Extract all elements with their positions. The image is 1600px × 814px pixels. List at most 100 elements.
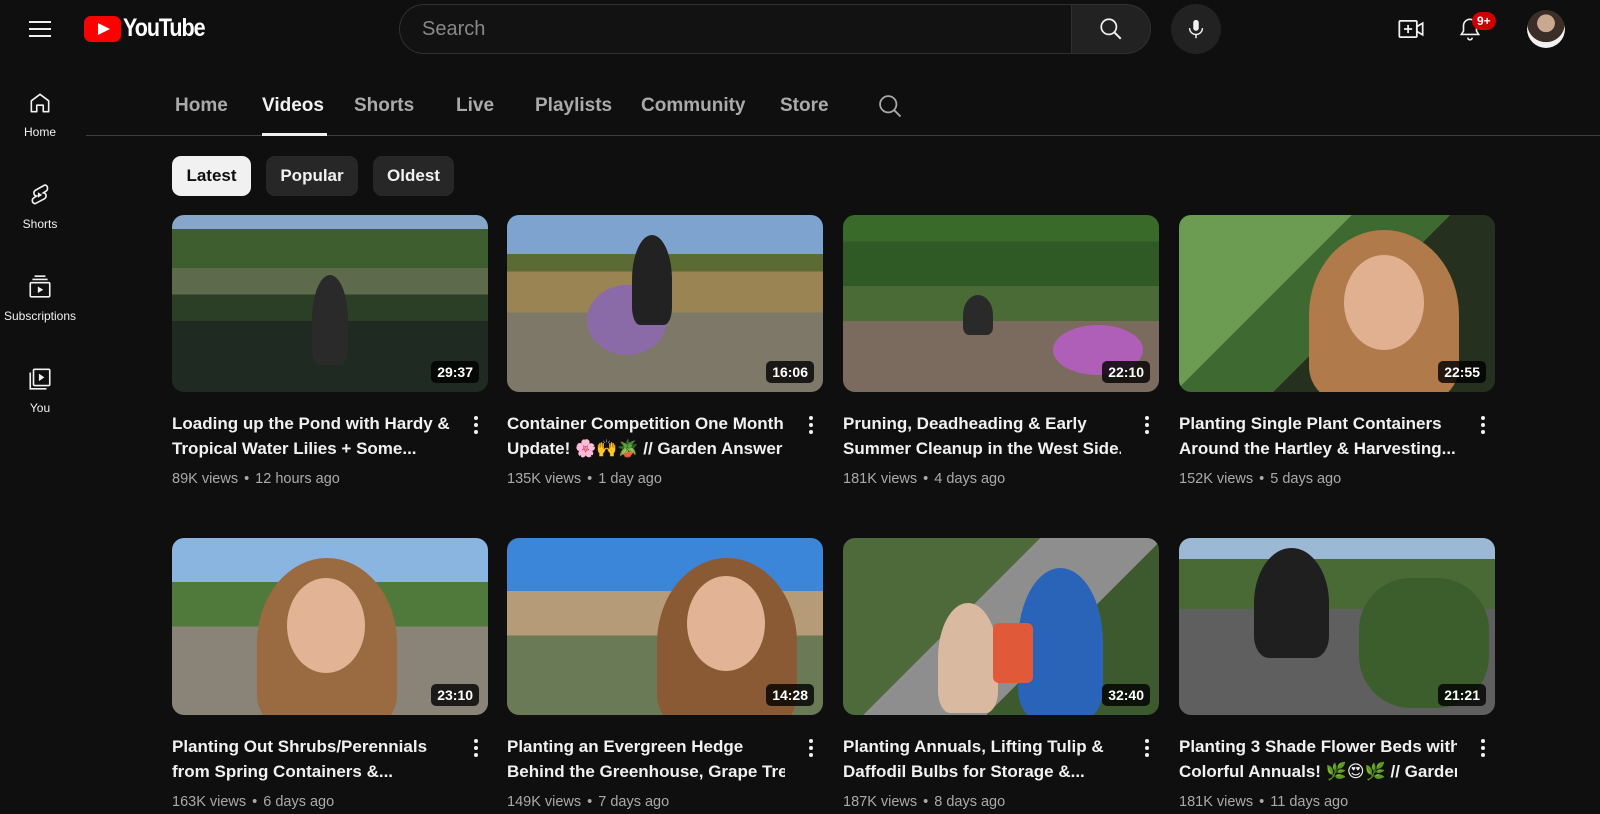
more-vert-icon bbox=[1481, 739, 1485, 757]
video-menu-button[interactable] bbox=[464, 736, 488, 760]
guide-label: Shorts bbox=[22, 217, 58, 231]
video-menu-button[interactable] bbox=[799, 413, 823, 437]
chip-latest[interactable]: Latest bbox=[172, 156, 251, 196]
publish-age: 11 days ago bbox=[1270, 794, 1349, 810]
video-thumbnail[interactable]: 23:10 bbox=[172, 538, 488, 715]
tab-shorts[interactable]: Shorts bbox=[354, 95, 414, 117]
search-icon bbox=[1100, 18, 1122, 40]
video-metadata: 181K views • 11 days ago bbox=[1179, 794, 1348, 810]
create-button[interactable] bbox=[1391, 9, 1431, 49]
more-vert-icon bbox=[809, 416, 813, 434]
video-duration: 14:28 bbox=[766, 684, 814, 706]
video-title[interactable]: Planting Annuals, Lifting Tulip & Daffod… bbox=[843, 734, 1121, 784]
hamburger-icon bbox=[29, 21, 51, 37]
tab-live[interactable]: Live bbox=[456, 95, 494, 117]
tab-home[interactable]: Home bbox=[175, 95, 228, 117]
video-thumbnail[interactable]: 32:40 bbox=[843, 538, 1159, 715]
video-title-line: Update! 🌸🙌🪴 // Garden Answer bbox=[507, 439, 783, 458]
video-card: 16:06 Container Competition One Month Up… bbox=[507, 215, 823, 487]
video-metadata: 135K views • 1 day ago bbox=[507, 471, 662, 487]
video-title-line: Colorful Annuals! 🌿😍🌿 // Garden... bbox=[1179, 762, 1457, 781]
guide-item-subscriptions[interactable]: Subscriptions bbox=[0, 262, 80, 354]
video-card: 14:28 Planting an Evergreen Hedge Behind… bbox=[507, 538, 823, 810]
video-metadata: 152K views • 5 days ago bbox=[1179, 471, 1341, 487]
search-button[interactable] bbox=[1071, 4, 1151, 54]
tab-playlists[interactable]: Playlists bbox=[535, 95, 612, 117]
you-icon bbox=[29, 368, 51, 390]
tab-community[interactable]: Community bbox=[641, 95, 746, 117]
video-card: 29:37 Loading up the Pond with Hardy & T… bbox=[172, 215, 488, 487]
youtube-play-icon bbox=[84, 15, 121, 42]
video-metadata: 163K views • 6 days ago bbox=[172, 794, 334, 810]
mini-guide: Home Shorts Subscriptions You bbox=[0, 78, 80, 446]
video-metadata: 89K views • 12 hours ago bbox=[172, 471, 340, 487]
video-menu-button[interactable] bbox=[1135, 413, 1159, 437]
channel-search-button[interactable] bbox=[876, 92, 906, 122]
active-tab-indicator bbox=[262, 133, 327, 136]
microphone-icon bbox=[1188, 19, 1204, 39]
notifications-button[interactable]: 9+ bbox=[1450, 9, 1496, 49]
video-title[interactable]: Planting Single Plant Containers Around … bbox=[1179, 411, 1457, 461]
video-thumbnail[interactable]: 22:55 bbox=[1179, 215, 1495, 392]
video-title-line: Behind the Greenhouse, Grape Tre... bbox=[507, 762, 785, 781]
guide-item-shorts[interactable]: Shorts bbox=[0, 170, 80, 262]
video-thumbnail[interactable]: 29:37 bbox=[172, 215, 488, 392]
video-card: 23:10 Planting Out Shrubs/Perennials fro… bbox=[172, 538, 488, 810]
more-vert-icon bbox=[809, 739, 813, 757]
guide-item-home[interactable]: Home bbox=[0, 78, 80, 170]
tab-store[interactable]: Store bbox=[780, 95, 829, 117]
youtube-logo[interactable]: YouTube bbox=[84, 14, 218, 43]
view-count: 181K views bbox=[1179, 794, 1254, 810]
meta-separator: • bbox=[587, 794, 593, 810]
guide-label: Subscriptions bbox=[3, 309, 77, 323]
meta-separator: • bbox=[923, 794, 929, 810]
more-vert-icon bbox=[474, 739, 478, 757]
video-duration: 29:37 bbox=[431, 361, 479, 383]
video-duration: 21:21 bbox=[1438, 684, 1486, 706]
publish-age: 12 hours ago bbox=[255, 471, 340, 487]
video-duration: 22:10 bbox=[1102, 361, 1150, 383]
view-count: 152K views bbox=[1179, 471, 1254, 487]
video-metadata: 149K views • 7 days ago bbox=[507, 794, 669, 810]
chip-oldest[interactable]: Oldest bbox=[373, 156, 454, 196]
publish-age: 8 days ago bbox=[934, 794, 1006, 810]
guide-item-you[interactable]: You bbox=[0, 354, 80, 446]
search-input[interactable] bbox=[400, 5, 1072, 53]
video-title[interactable]: Planting an Evergreen Hedge Behind the G… bbox=[507, 734, 785, 784]
video-menu-button[interactable] bbox=[799, 736, 823, 760]
video-title[interactable]: Planting Out Shrubs/Perennials from Spri… bbox=[172, 734, 450, 784]
view-count: 163K views bbox=[172, 794, 247, 810]
video-card: 22:10 Pruning, Deadheading & Early Summe… bbox=[843, 215, 1159, 487]
video-thumbnail[interactable]: 22:10 bbox=[843, 215, 1159, 392]
publish-age: 7 days ago bbox=[598, 794, 670, 810]
video-title-line: Daffodil Bulbs for Storage &... bbox=[843, 762, 1085, 781]
video-title[interactable]: Planting 3 Shade Flower Beds with Colorf… bbox=[1179, 734, 1457, 784]
video-menu-button[interactable] bbox=[1135, 736, 1159, 760]
guide-label: You bbox=[29, 401, 51, 415]
video-thumbnail[interactable]: 21:21 bbox=[1179, 538, 1495, 715]
shorts-icon bbox=[31, 184, 49, 205]
tab-videos[interactable]: Videos bbox=[262, 95, 324, 117]
video-menu-button[interactable] bbox=[1471, 413, 1495, 437]
account-avatar[interactable] bbox=[1527, 10, 1565, 48]
video-duration: 23:10 bbox=[431, 684, 479, 706]
subscriptions-icon bbox=[29, 275, 51, 298]
video-title[interactable]: Pruning, Deadheading & Early Summer Clea… bbox=[843, 411, 1121, 461]
video-title-line: Planting Out Shrubs/Perennials bbox=[172, 737, 428, 756]
video-thumbnail[interactable]: 14:28 bbox=[507, 538, 823, 715]
voice-search-button[interactable] bbox=[1171, 4, 1221, 54]
more-vert-icon bbox=[474, 416, 478, 434]
video-thumbnail[interactable]: 16:06 bbox=[507, 215, 823, 392]
publish-age: 5 days ago bbox=[1270, 471, 1342, 487]
video-menu-button[interactable] bbox=[464, 413, 488, 437]
guide-menu-button[interactable] bbox=[20, 9, 60, 49]
search-icon bbox=[879, 95, 902, 118]
video-card: 22:55 Planting Single Plant Containers A… bbox=[1179, 215, 1495, 487]
more-vert-icon bbox=[1145, 416, 1149, 434]
video-menu-button[interactable] bbox=[1471, 736, 1495, 760]
video-title[interactable]: Loading up the Pond with Hardy & Tropica… bbox=[172, 411, 450, 461]
video-title[interactable]: Container Competition One Month Update! … bbox=[507, 411, 785, 461]
video-title-line: Loading up the Pond with Hardy & bbox=[172, 414, 450, 433]
channel-tabs: Home Videos Shorts Live Playlists Commun… bbox=[86, 84, 1600, 136]
chip-popular[interactable]: Popular bbox=[266, 156, 358, 196]
